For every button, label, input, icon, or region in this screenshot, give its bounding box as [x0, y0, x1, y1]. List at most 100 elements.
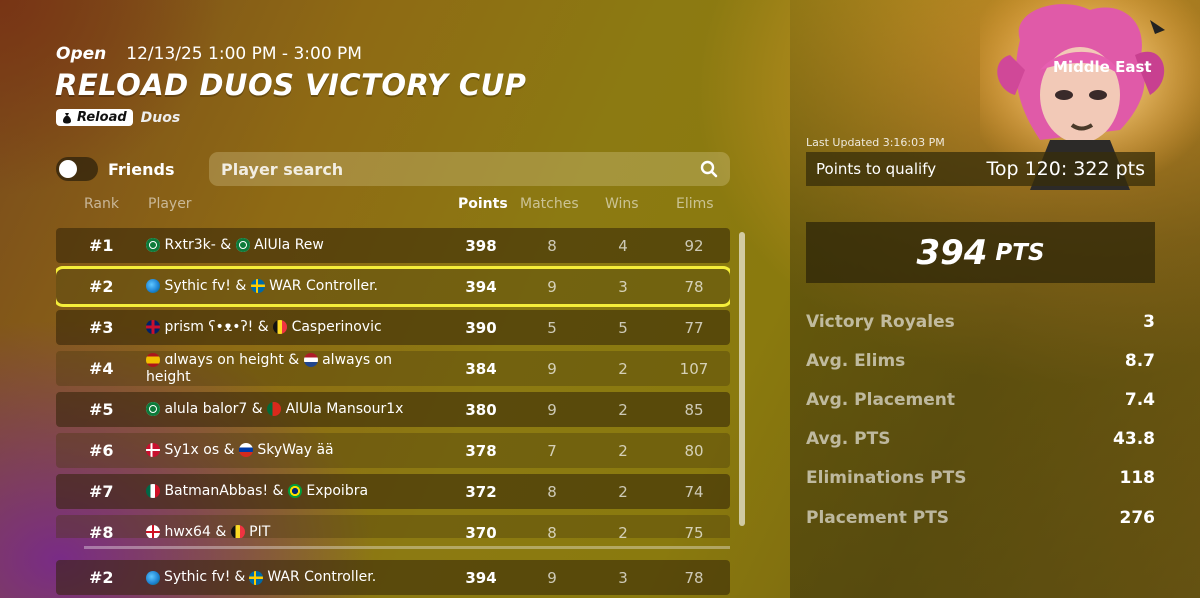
- saudi-flag-icon: [146, 238, 160, 252]
- player-names: prism ʕ•ᴥ•ʔ! & Casperinovic: [146, 319, 382, 336]
- elims-cell: 78: [684, 277, 704, 296]
- portugal-flag-icon: [267, 402, 282, 416]
- col-matches[interactable]: Matches: [520, 196, 579, 212]
- elims-cell: 75: [684, 523, 704, 539]
- player-names: ɑlways on height & always on height: [146, 352, 416, 386]
- separator: &: [257, 319, 269, 335]
- table-row[interactable]: #6 Sy1x os & SkyWay ää 378 7 2 80: [56, 433, 730, 468]
- player-cell: Sythic fv! & WAR Controller.: [146, 560, 416, 595]
- qualify-box: Points to qualify Top 120: 322 pts: [806, 152, 1155, 186]
- separator: &: [235, 278, 247, 294]
- col-elims[interactable]: Elims: [676, 196, 714, 212]
- rank-cell: #3: [89, 318, 114, 337]
- player-cell: prism ʕ•ᴥ•ʔ! & Casperinovic: [146, 310, 416, 345]
- col-player[interactable]: Player: [148, 196, 192, 212]
- self-row-container: #2 Sythic fv! & WAR Controller. 394 9 3 …: [56, 560, 730, 595]
- wins-cell: 2: [618, 482, 628, 501]
- player-cell: alula balor7 & AlUla Mansour1x: [146, 392, 416, 427]
- england-flag-icon: [146, 525, 160, 538]
- scrollbar-thumb[interactable]: [739, 232, 745, 526]
- rank-cell: #2: [89, 568, 114, 587]
- leaderboard-list[interactable]: #1 Rxtr3k- & AlUla Rew 398 8 4 92 #2 Sythic f…: [56, 228, 730, 538]
- matches-cell: 9: [547, 400, 557, 419]
- separator: &: [288, 351, 300, 368]
- table-row[interactable]: #4 ɑlways on height & always on height 38…: [56, 351, 730, 386]
- stat-victory-royales: Victory Royales 3: [806, 312, 1155, 332]
- saudi-flag-icon: [146, 402, 160, 416]
- self-row-pinned[interactable]: #2 Sythic fv! & WAR Controller. 394 9 3 …: [56, 560, 730, 595]
- mode-label: Duos: [140, 109, 181, 126]
- matches-cell: 9: [547, 359, 557, 378]
- wins-cell: 2: [618, 441, 628, 460]
- reload-badge-label: Reload: [77, 110, 127, 125]
- elims-cell: 78: [684, 568, 704, 587]
- stat-value: 3: [1143, 312, 1155, 332]
- player1-name: Sythic fv!: [164, 278, 231, 294]
- elims-cell: 80: [684, 441, 704, 460]
- sweden-flag-icon: [250, 279, 265, 293]
- player2-name: Expoibra: [306, 483, 369, 499]
- col-rank[interactable]: Rank: [84, 196, 119, 212]
- player-cell: BatmanAbbas! & Expoibra: [146, 474, 416, 509]
- search-input[interactable]: [221, 159, 700, 179]
- divider: [84, 546, 730, 549]
- separator: &: [272, 483, 284, 499]
- col-points[interactable]: Points: [458, 196, 508, 212]
- page-title: RELOAD DUOS VICTORY CUP: [55, 68, 527, 102]
- rank-cell: #7: [89, 482, 114, 501]
- points-cell: 378: [465, 441, 497, 460]
- qualify-value: Top 120: 322 pts: [986, 158, 1145, 180]
- belgium-flag-icon: [230, 525, 245, 538]
- matches-cell: 8: [547, 523, 557, 539]
- stat-value: 118: [1119, 468, 1156, 488]
- matches-cell: 9: [547, 568, 557, 587]
- stat-value: 8.7: [1124, 351, 1155, 371]
- rank-cell: #2: [89, 277, 114, 296]
- qualify-label: Points to qualify: [816, 160, 937, 178]
- separator: &: [223, 442, 235, 458]
- stat-avg-pts: Avg. PTS 43.8: [806, 429, 1155, 449]
- player-search[interactable]: [209, 152, 730, 186]
- table-row[interactable]: #8 hwx64 & PIT 370 8 2 75: [56, 515, 730, 538]
- stat-value: 43.8: [1113, 429, 1155, 449]
- belgium-flag-icon: [273, 320, 288, 334]
- player-cell: Sy1x os & SkyWay ää: [146, 433, 416, 468]
- matches-cell: 8: [547, 236, 557, 255]
- player-names: Rxtr3k- & AlUla Rew: [146, 237, 324, 254]
- globe-icon: [146, 570, 160, 585]
- toggle-knob: [59, 160, 77, 178]
- rank-cell: #6: [89, 441, 114, 460]
- table-row[interactable]: #3 prism ʕ•ᴥ•ʔ! & Casperinovic 390 5 5 77: [56, 310, 730, 345]
- elims-cell: 92: [684, 236, 704, 255]
- player1-name: Sy1x os: [164, 442, 220, 458]
- mexico-flag-icon: [146, 484, 160, 498]
- player2-name: WAR Controller.: [267, 569, 377, 585]
- table-row[interactable]: #5 alula balor7 & AlUla Mansour1x 380 9 2 85: [56, 392, 730, 427]
- separator: &: [220, 237, 232, 253]
- friends-filter[interactable]: Friends: [56, 157, 175, 181]
- points-cell: 394: [465, 568, 497, 587]
- separator: &: [234, 569, 246, 585]
- rank-cell: #1: [89, 236, 114, 255]
- player2-name: AlUla Rew: [254, 237, 324, 253]
- friends-toggle[interactable]: [56, 157, 98, 181]
- table-row[interactable]: #1 Rxtr3k- & AlUla Rew 398 8 4 92: [56, 228, 730, 263]
- points-cell: 372: [465, 482, 497, 501]
- denmark-flag-icon: [146, 443, 160, 457]
- player1-name: BatmanAbbas!: [164, 483, 269, 499]
- wins-cell: 2: [618, 400, 628, 419]
- player1-name: Sythic fv!: [164, 569, 231, 585]
- matches-cell: 5: [547, 318, 557, 337]
- player2-name: SkyWay ää: [257, 442, 334, 458]
- points-cell: 394: [465, 277, 497, 296]
- event-header: Open 12/13/25 1:00 PM - 3:00 PM: [56, 44, 362, 64]
- search-icon[interactable]: [700, 160, 718, 178]
- table-row-self[interactable]: #2 Sythic fv! & WAR Controller. 394 9 3 78: [56, 266, 730, 307]
- event-status: Open: [56, 44, 107, 64]
- col-wins[interactable]: Wins: [605, 196, 639, 212]
- scrollbar[interactable]: [739, 232, 745, 526]
- last-updated: Last Updated 3:16:03 PM: [806, 136, 945, 149]
- uk-flag-icon: [146, 320, 160, 334]
- wins-cell: 3: [618, 277, 628, 296]
- table-row[interactable]: #7 BatmanAbbas! & Expoibra 372 8 2 74: [56, 474, 730, 509]
